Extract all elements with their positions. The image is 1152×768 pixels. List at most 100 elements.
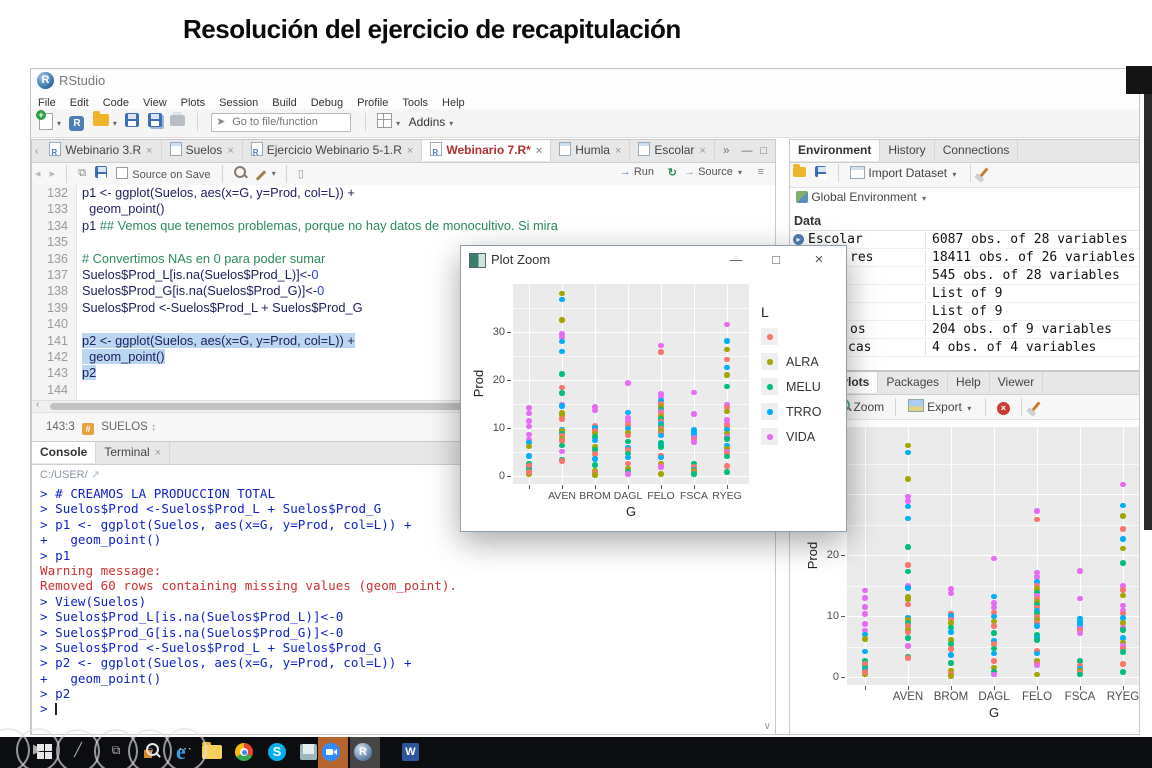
menu-plots[interactable]: Plots xyxy=(174,96,212,110)
code-line-133: geom_point() xyxy=(82,201,775,217)
save-workspace-icon[interactable] xyxy=(815,166,826,180)
data-point xyxy=(592,472,598,478)
popout-icon[interactable]: ⧉ xyxy=(78,167,86,180)
taskbar-word-icon[interactable]: W xyxy=(402,741,424,763)
source-tab-webinario-3-r[interactable]: Webinario 3.R× xyxy=(41,140,161,161)
close-icon[interactable]: × xyxy=(536,145,542,157)
clear-plots-icon[interactable] xyxy=(1034,400,1037,414)
code-tools-caret[interactable]: ▾ xyxy=(272,169,276,178)
print-button[interactable] xyxy=(170,113,185,131)
tab-help[interactable]: Help xyxy=(948,372,990,393)
source-tab-suelos[interactable]: Suelos× xyxy=(162,140,243,161)
taskbar-skype-icon[interactable]: S xyxy=(268,741,290,763)
menu-debug[interactable]: Debug xyxy=(304,96,350,110)
panes-layout-caret[interactable]: ▾ xyxy=(396,119,400,128)
menu-session[interactable]: Session xyxy=(212,96,265,110)
export-plot-button[interactable]: Export ▾ xyxy=(908,399,973,414)
scope-selector[interactable]: SUELOS xyxy=(101,421,148,433)
menu-profile[interactable]: Profile xyxy=(350,96,395,110)
remove-plot-icon[interactable]: × xyxy=(997,398,1010,415)
tab-terminal[interactable]: Terminal× xyxy=(96,442,170,463)
tab-overflow-icon[interactable]: » xyxy=(715,140,738,161)
find-icon[interactable] xyxy=(234,166,246,181)
close-icon[interactable]: × xyxy=(615,145,621,157)
menu-edit[interactable]: Edit xyxy=(63,96,96,110)
source-tab-webinario-7-r-[interactable]: Webinario 7.R*× xyxy=(422,140,551,161)
new-file-button[interactable]: + xyxy=(39,113,53,131)
addins-caret[interactable]: ▾ xyxy=(449,119,453,128)
compile-report-icon[interactable]: ▯ xyxy=(298,167,304,180)
tab-console[interactable]: Console xyxy=(32,442,96,463)
open-dir-icon[interactable]: ↗ xyxy=(91,469,100,481)
source-on-save-checkbox[interactable]: Source on Save xyxy=(116,167,210,181)
back-icon[interactable]: ◂ xyxy=(35,167,41,180)
minimize-icon[interactable]: — xyxy=(721,250,751,270)
menu-help[interactable]: Help xyxy=(435,96,472,110)
hscroll-left-icon[interactable]: ‹ xyxy=(36,399,39,410)
taskbar-chrome-icon[interactable] xyxy=(235,741,257,763)
panes-layout-button[interactable] xyxy=(377,113,392,131)
run-button[interactable]: → Run xyxy=(620,166,654,178)
close-icon[interactable]: × xyxy=(146,145,152,157)
menu-code[interactable]: Code xyxy=(96,96,136,110)
console-scroll-down-icon[interactable]: ∨ xyxy=(764,721,771,732)
load-workspace-icon[interactable] xyxy=(793,166,806,180)
source-minimize-icon[interactable]: — xyxy=(738,145,757,157)
taskbar-rstudio-app-icon[interactable]: R xyxy=(354,741,376,763)
data-point xyxy=(991,630,997,636)
data-point xyxy=(1034,517,1040,523)
menu-file[interactable]: File xyxy=(31,96,63,110)
tab-connections[interactable]: Connections xyxy=(935,140,1019,161)
tab-viewer[interactable]: Viewer xyxy=(990,372,1043,393)
import-dataset-button[interactable]: Import Dataset ▾ xyxy=(850,166,958,180)
close-icon[interactable]: × xyxy=(699,145,705,157)
plot-zoom-titlebar[interactable]: Plot Zoom — □ × xyxy=(461,246,846,274)
goto-file-box[interactable]: ➤ xyxy=(211,113,351,132)
maximize-icon[interactable]: □ xyxy=(761,250,791,270)
save-all-button[interactable] xyxy=(148,113,162,131)
open-file-button[interactable] xyxy=(93,113,109,131)
menu-build[interactable]: Build xyxy=(265,96,303,110)
code-tools-icon[interactable] xyxy=(255,168,267,180)
clear-workspace-icon[interactable] xyxy=(982,166,985,180)
project-button[interactable]: R xyxy=(69,113,84,131)
forward-icon[interactable]: ▸ xyxy=(50,167,56,180)
source-tab-humla[interactable]: Humla× xyxy=(551,140,630,161)
source-tab-ejercicio-webinario-5-1-r[interactable]: Ejercicio Webinario 5-1.R× xyxy=(243,140,423,161)
data-point xyxy=(559,349,565,355)
tab-scroll-left-icon[interactable]: ‹ xyxy=(32,146,41,157)
new-file-caret[interactable]: ▾ xyxy=(57,119,61,128)
source-maximize-icon[interactable]: □ xyxy=(757,145,772,157)
data-point xyxy=(658,444,664,450)
menu-tools[interactable]: Tools xyxy=(395,96,435,110)
save-source-icon[interactable] xyxy=(95,166,107,181)
data-point xyxy=(862,621,868,627)
tab-environment[interactable]: Environment xyxy=(790,140,880,161)
rstudio-titlebar[interactable]: R RStudio xyxy=(31,69,1139,93)
close-icon[interactable]: × xyxy=(407,145,413,157)
source-tab-escolar[interactable]: Escolar× xyxy=(630,140,714,161)
legend-label: TRRO xyxy=(786,405,821,419)
tab-packages[interactable]: Packages xyxy=(878,372,948,393)
save-button[interactable] xyxy=(125,113,139,131)
environment-scope[interactable]: Global Environment ▾ xyxy=(790,188,1139,210)
close-icon[interactable]: × xyxy=(804,250,834,270)
close-icon[interactable]: × xyxy=(155,447,161,459)
expand-icon[interactable]: ▸ xyxy=(793,234,804,245)
addins-button[interactable]: Addins xyxy=(409,113,446,131)
goto-file-input[interactable] xyxy=(230,114,348,131)
data-point xyxy=(948,646,954,652)
open-file-caret[interactable]: ▾ xyxy=(113,119,117,128)
menu-view[interactable]: View xyxy=(136,96,174,110)
rerun-button[interactable]: ↻ xyxy=(668,166,677,179)
close-icon[interactable]: × xyxy=(227,145,233,157)
source-button[interactable]: → Source ▾ xyxy=(684,166,744,178)
data-point xyxy=(724,322,730,328)
data-point xyxy=(724,338,730,344)
document-outline-icon[interactable]: ≡ xyxy=(758,166,764,178)
data-point xyxy=(1120,513,1126,519)
y-axis-title: Prod xyxy=(805,542,820,569)
taskbar-zoom-app-icon[interactable] xyxy=(322,741,344,763)
tab-history[interactable]: History xyxy=(880,140,934,161)
cursor-position: 143:3 xyxy=(46,421,75,433)
